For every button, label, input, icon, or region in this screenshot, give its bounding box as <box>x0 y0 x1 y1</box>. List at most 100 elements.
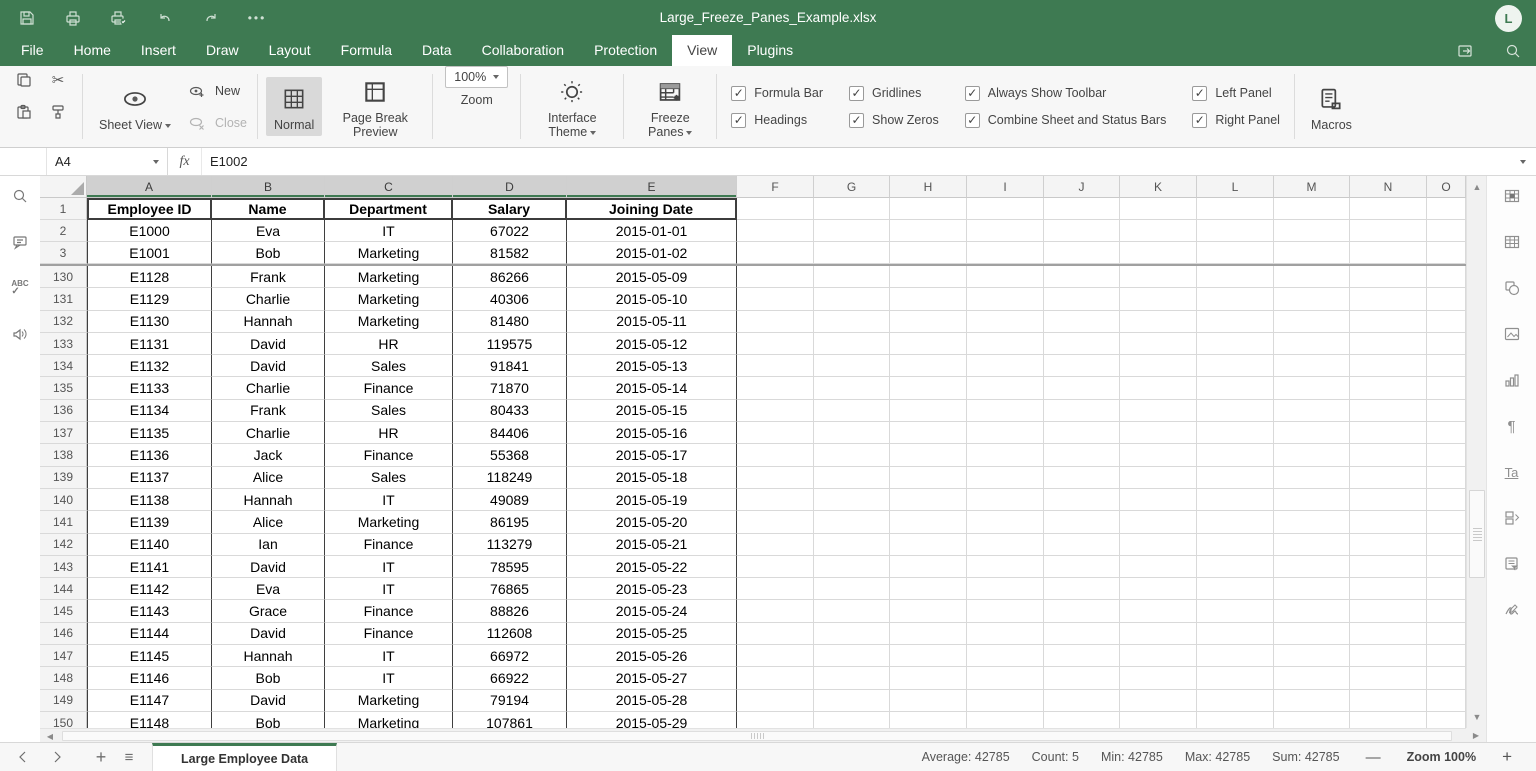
cell-F147[interactable] <box>737 645 814 668</box>
column-header-A[interactable]: A <box>87 176 212 198</box>
freeze-panes-button[interactable]: Freeze Panes <box>632 70 708 143</box>
cell-G148[interactable] <box>814 667 890 690</box>
cell-M144[interactable] <box>1274 578 1350 601</box>
cell-I147[interactable] <box>967 645 1044 668</box>
column-header-C[interactable]: C <box>325 176 453 198</box>
cell-F133[interactable] <box>737 332 814 356</box>
cell-L139[interactable] <box>1197 466 1274 489</box>
column-header-N[interactable]: N <box>1350 176 1427 198</box>
spellcheck-icon[interactable]: ABC ✓ <box>9 277 31 299</box>
cell-A139[interactable]: E1137 <box>87 466 212 489</box>
cell-N133[interactable] <box>1350 332 1427 356</box>
cell-G145[interactable] <box>814 600 890 623</box>
cell-A137[interactable]: E1135 <box>87 422 212 445</box>
cell-M1[interactable] <box>1274 198 1350 220</box>
cell-H132[interactable] <box>890 310 967 333</box>
cell-C144[interactable]: IT <box>325 578 453 601</box>
cell-F130[interactable] <box>737 266 814 289</box>
cell-L138[interactable] <box>1197 444 1274 467</box>
cell-I141[interactable] <box>967 511 1044 534</box>
cell-K143[interactable] <box>1120 555 1197 579</box>
cell-E142[interactable]: 2015-05-21 <box>567 533 737 556</box>
cell-I133[interactable] <box>967 332 1044 356</box>
cell-K147[interactable] <box>1120 645 1197 668</box>
cell-K134[interactable] <box>1120 355 1197 378</box>
cell-A140[interactable]: E1138 <box>87 488 212 512</box>
cell-I150[interactable] <box>967 711 1044 728</box>
cell-L147[interactable] <box>1197 645 1274 668</box>
cell-C147[interactable]: IT <box>325 645 453 668</box>
column-header-L[interactable]: L <box>1197 176 1274 198</box>
cell-M2[interactable] <box>1274 220 1350 242</box>
cell-I136[interactable] <box>967 399 1044 423</box>
search-icon[interactable] <box>1500 38 1526 64</box>
cell-J130[interactable] <box>1044 266 1120 289</box>
cell-A136[interactable]: E1134 <box>87 399 212 423</box>
cell-M150[interactable] <box>1274 711 1350 728</box>
cell-F3[interactable] <box>737 242 814 264</box>
cell-O143[interactable] <box>1427 555 1466 579</box>
cell-B139[interactable]: Alice <box>212 466 325 489</box>
cell-G149[interactable] <box>814 689 890 712</box>
row-header-132[interactable]: 132 <box>40 310 87 333</box>
cell-C137[interactable]: HR <box>325 422 453 445</box>
sheet-view-new-button[interactable]: New <box>185 79 247 103</box>
cell-E148[interactable]: 2015-05-27 <box>567 667 737 690</box>
cell-D137[interactable]: 84406 <box>453 422 567 445</box>
cell-K1[interactable] <box>1120 198 1197 220</box>
cell-M3[interactable] <box>1274 242 1350 264</box>
cell-E3[interactable]: 2015-01-02 <box>567 242 737 264</box>
row-header-142[interactable]: 142 <box>40 533 87 556</box>
cell-K138[interactable] <box>1120 444 1197 467</box>
cell-A130[interactable]: E1128 <box>87 266 212 289</box>
cell-A146[interactable]: E1144 <box>87 622 212 646</box>
cell-N146[interactable] <box>1350 622 1427 646</box>
pivot-table-settings-icon[interactable] <box>1501 553 1523 575</box>
cell-O137[interactable] <box>1427 422 1466 445</box>
cell-F134[interactable] <box>737 355 814 378</box>
sheet-list-button[interactable]: ≡ <box>120 748 138 766</box>
cell-G132[interactable] <box>814 310 890 333</box>
sheet-view-close-button[interactable]: Close <box>185 111 247 135</box>
cell-D143[interactable]: 78595 <box>453 555 567 579</box>
cell-L130[interactable] <box>1197 266 1274 289</box>
fx-icon[interactable]: fx <box>168 148 202 175</box>
row-header-136[interactable]: 136 <box>40 399 87 423</box>
cell-L133[interactable] <box>1197 332 1274 356</box>
cell-F137[interactable] <box>737 422 814 445</box>
cell-J134[interactable] <box>1044 355 1120 378</box>
cell-H141[interactable] <box>890 511 967 534</box>
cell-J131[interactable] <box>1044 288 1120 311</box>
cell-I130[interactable] <box>967 266 1044 289</box>
cell-F144[interactable] <box>737 578 814 601</box>
cell-C149[interactable]: Marketing <box>325 689 453 712</box>
cell-F132[interactable] <box>737 310 814 333</box>
cell-M139[interactable] <box>1274 466 1350 489</box>
cell-K149[interactable] <box>1120 689 1197 712</box>
cell-G131[interactable] <box>814 288 890 311</box>
cell-B143[interactable]: David <box>212 555 325 579</box>
cell-I3[interactable] <box>967 242 1044 264</box>
row-header-145[interactable]: 145 <box>40 600 87 623</box>
cell-G138[interactable] <box>814 444 890 467</box>
cell-L1[interactable] <box>1197 198 1274 220</box>
next-sheet-icon[interactable] <box>48 748 66 766</box>
cell-A143[interactable]: E1141 <box>87 555 212 579</box>
cell-O1[interactable] <box>1427 198 1466 220</box>
cell-C143[interactable]: IT <box>325 555 453 579</box>
cell-I143[interactable] <box>967 555 1044 579</box>
cell-D2[interactable]: 67022 <box>453 220 567 242</box>
cell-M146[interactable] <box>1274 622 1350 646</box>
cell-C146[interactable]: Finance <box>325 622 453 646</box>
cell-D138[interactable]: 55368 <box>453 444 567 467</box>
cell-I146[interactable] <box>967 622 1044 646</box>
cell-B142[interactable]: Ian <box>212 533 325 556</box>
cell-M141[interactable] <box>1274 511 1350 534</box>
cell-C138[interactable]: Finance <box>325 444 453 467</box>
cell-G3[interactable] <box>814 242 890 264</box>
cell-B144[interactable]: Eva <box>212 578 325 601</box>
cell-O146[interactable] <box>1427 622 1466 646</box>
cell-L142[interactable] <box>1197 533 1274 556</box>
cell-M137[interactable] <box>1274 422 1350 445</box>
search-icon[interactable] <box>9 185 31 207</box>
